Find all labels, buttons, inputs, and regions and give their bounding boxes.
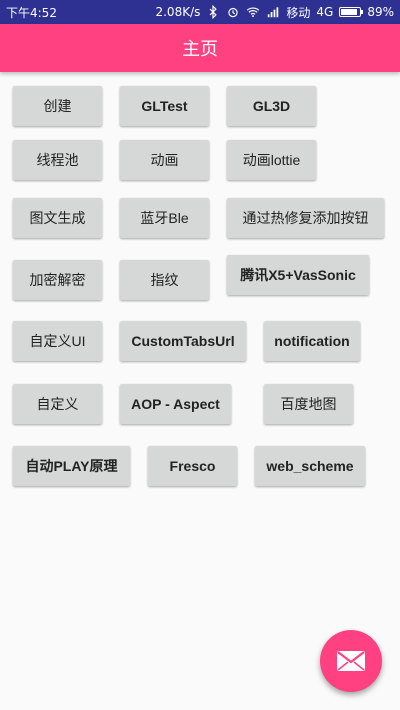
alarm-icon bbox=[226, 5, 240, 19]
aop-aspect-button[interactable]: AOP - Aspect bbox=[120, 384, 231, 424]
status-time: 下午4:52 bbox=[6, 5, 57, 20]
animation-button[interactable]: 动画 bbox=[120, 140, 209, 180]
wifi-icon bbox=[246, 5, 260, 19]
bluetooth-ble-button[interactable]: 蓝牙Ble bbox=[120, 198, 209, 238]
mail-fab-button[interactable] bbox=[320, 630, 382, 692]
tencent-x5-button[interactable]: 腾讯X5+VasSonic bbox=[227, 255, 369, 295]
notification-button[interactable]: notification bbox=[264, 321, 360, 361]
custom-tabs-url-button[interactable]: CustomTabsUrl bbox=[120, 321, 246, 361]
animation-lottie-button[interactable]: 动画lottie bbox=[227, 140, 316, 180]
net-speed: 2.08K/s bbox=[155, 5, 201, 19]
baidu-map-button[interactable]: 百度地图 bbox=[264, 384, 353, 424]
custom-ui-button[interactable]: 自定义UI bbox=[13, 321, 102, 361]
carrier: 移动 bbox=[286, 5, 311, 20]
mail-icon bbox=[337, 651, 365, 671]
image-text-gen-button[interactable]: 图文生成 bbox=[13, 198, 102, 238]
hotfix-add-button[interactable]: 通过热修复添加按钮 bbox=[227, 198, 384, 238]
fresco-button[interactable]: Fresco bbox=[148, 446, 237, 486]
encrypt-decrypt-button[interactable]: 加密解密 bbox=[13, 260, 102, 300]
battery-icon bbox=[339, 7, 364, 17]
gl3d-button[interactable]: GL3D bbox=[227, 86, 316, 126]
auto-play-button[interactable]: 自动PLAY原理 bbox=[13, 446, 130, 486]
create-button[interactable]: 创建 bbox=[13, 86, 102, 126]
status-icons: 2.08K/s 移动 4G 89% bbox=[155, 4, 394, 21]
threadpool-button[interactable]: 线程池 bbox=[13, 140, 102, 180]
page-title: 主页 bbox=[182, 39, 218, 60]
fingerprint-button[interactable]: 指纹 bbox=[120, 260, 209, 300]
signal-icon bbox=[266, 5, 280, 19]
custom-button[interactable]: 自定义 bbox=[13, 384, 102, 424]
gltest-button[interactable]: GLTest bbox=[120, 86, 209, 126]
battery-percent: 89% bbox=[367, 5, 394, 19]
app-bar: 主页 bbox=[0, 24, 400, 72]
status-bar: 下午4:52 2.08K/s 移动 4G 89% bbox=[0, 0, 400, 24]
bluetooth-icon bbox=[206, 5, 220, 19]
network-type: 4G bbox=[316, 5, 334, 19]
web-scheme-button[interactable]: web_scheme bbox=[255, 446, 365, 486]
